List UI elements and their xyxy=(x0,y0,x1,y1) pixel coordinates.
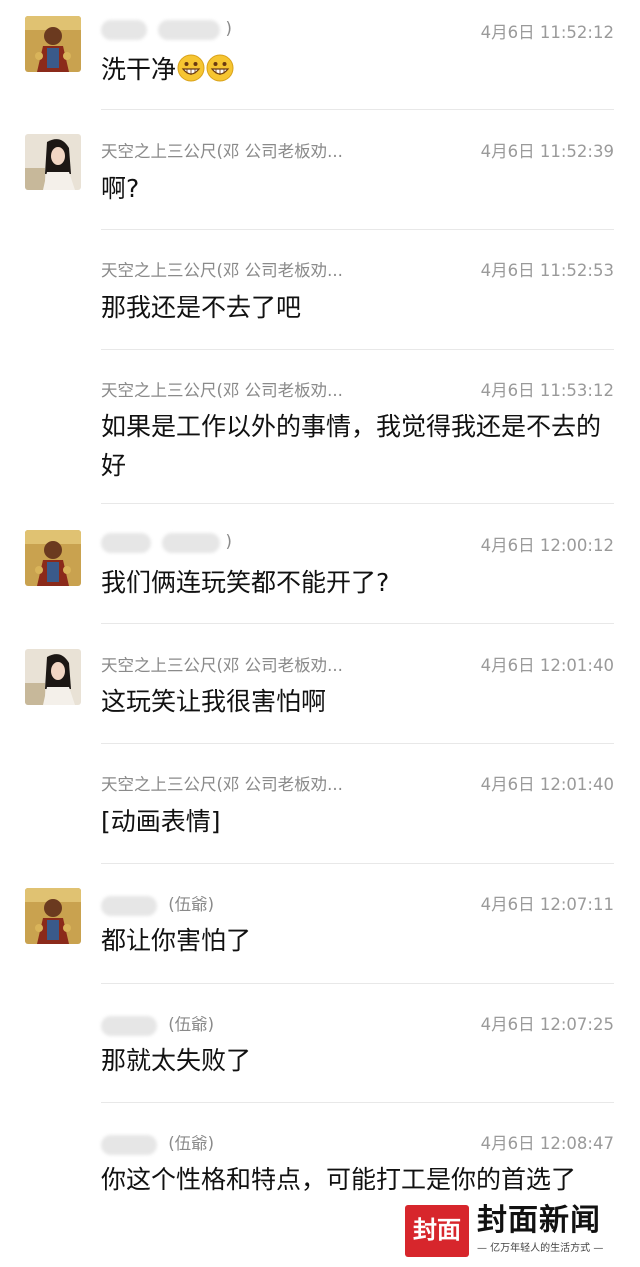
message-text[interactable]: 那我还是不去了吧 xyxy=(101,288,601,327)
message-divider xyxy=(101,229,614,230)
grinning-emoji-icon xyxy=(177,54,205,82)
message-time: 4月6日 11:53:12 xyxy=(480,381,614,400)
deity-figure-avatar[interactable] xyxy=(25,888,81,944)
watermark-badge-text: 封面 xyxy=(413,1215,461,1244)
message-text[interactable]: 你这个性格和特点，可能打工是你的首选了 xyxy=(101,1160,601,1199)
sender-name: (伍爺) xyxy=(101,1011,214,1036)
redacted-name xyxy=(101,895,157,916)
sender-name: 天空之上三公尺(邓 公司老板劝... xyxy=(101,775,343,794)
redacted-name xyxy=(101,19,147,40)
message-divider xyxy=(101,503,614,504)
message-divider xyxy=(101,743,614,744)
news-watermark: 封面 封面新闻 — 亿万年轻人的生活方式 — xyxy=(405,1203,617,1259)
message-divider xyxy=(101,109,614,110)
sender-name: 天空之上三公尺(邓 公司老板劝... xyxy=(101,381,343,400)
redacted-name xyxy=(158,19,221,40)
message-text[interactable]: 那就太失败了 xyxy=(101,1041,601,1080)
message-divider xyxy=(101,349,614,350)
message-divider xyxy=(101,983,614,984)
message-text[interactable]: [动画表情] xyxy=(101,802,601,841)
woman-portrait-avatar[interactable] xyxy=(25,134,81,190)
woman-portrait-avatar[interactable] xyxy=(25,649,81,705)
message-time: 4月6日 11:52:12 xyxy=(480,23,614,42)
redacted-name xyxy=(101,1015,157,1036)
sender-name: 天空之上三公尺(邓 公司老板劝... xyxy=(101,142,343,161)
sender-name: 天空之上三公尺(邓 公司老板劝... xyxy=(101,656,343,675)
redacted-name xyxy=(101,532,151,553)
message-time: 4月6日 12:00:12 xyxy=(480,536,614,555)
message-divider xyxy=(101,623,614,624)
message-text[interactable]: 如果是工作以外的事情，我觉得我还是不去的好 xyxy=(101,407,601,485)
sender-name: 天空之上三公尺(邓 公司老板劝... xyxy=(101,261,343,280)
watermark-slogan: — 亿万年轻人的生活方式 — xyxy=(477,1243,604,1254)
message-time: 4月6日 12:01:40 xyxy=(480,656,614,675)
message-text[interactable]: 这玩笑让我很害怕啊 xyxy=(101,682,601,721)
message-divider xyxy=(101,863,614,864)
message-text[interactable]: 都让你害怕了 xyxy=(101,921,601,960)
deity-figure-avatar[interactable] xyxy=(25,16,81,72)
message-divider xyxy=(101,1102,614,1103)
watermark-name: 封面新闻 xyxy=(477,1203,601,1238)
sender-name: (伍爺) xyxy=(101,1130,214,1155)
message-text[interactable]: 洗干净 xyxy=(101,50,601,89)
message-time: 4月6日 11:52:39 xyxy=(480,142,614,161)
grinning-emoji-icon xyxy=(206,54,234,82)
message-time: 4月6日 12:07:25 xyxy=(480,1015,614,1034)
message-text[interactable]: 啊? xyxy=(101,169,601,208)
sender-name: ) xyxy=(101,532,232,553)
message-time: 4月6日 12:01:40 xyxy=(480,775,614,794)
sender-name: (伍爺) xyxy=(101,891,214,916)
redacted-name xyxy=(101,1134,157,1155)
message-time: 4月6日 11:52:53 xyxy=(480,261,614,280)
redacted-name xyxy=(162,532,221,553)
message-time: 4月6日 12:08:47 xyxy=(480,1134,614,1153)
message-text[interactable]: 我们俩连玩笑都不能开了? xyxy=(101,563,601,602)
sender-name: ) xyxy=(101,19,232,40)
message-time: 4月6日 12:07:11 xyxy=(480,895,614,914)
deity-figure-avatar[interactable] xyxy=(25,530,81,586)
